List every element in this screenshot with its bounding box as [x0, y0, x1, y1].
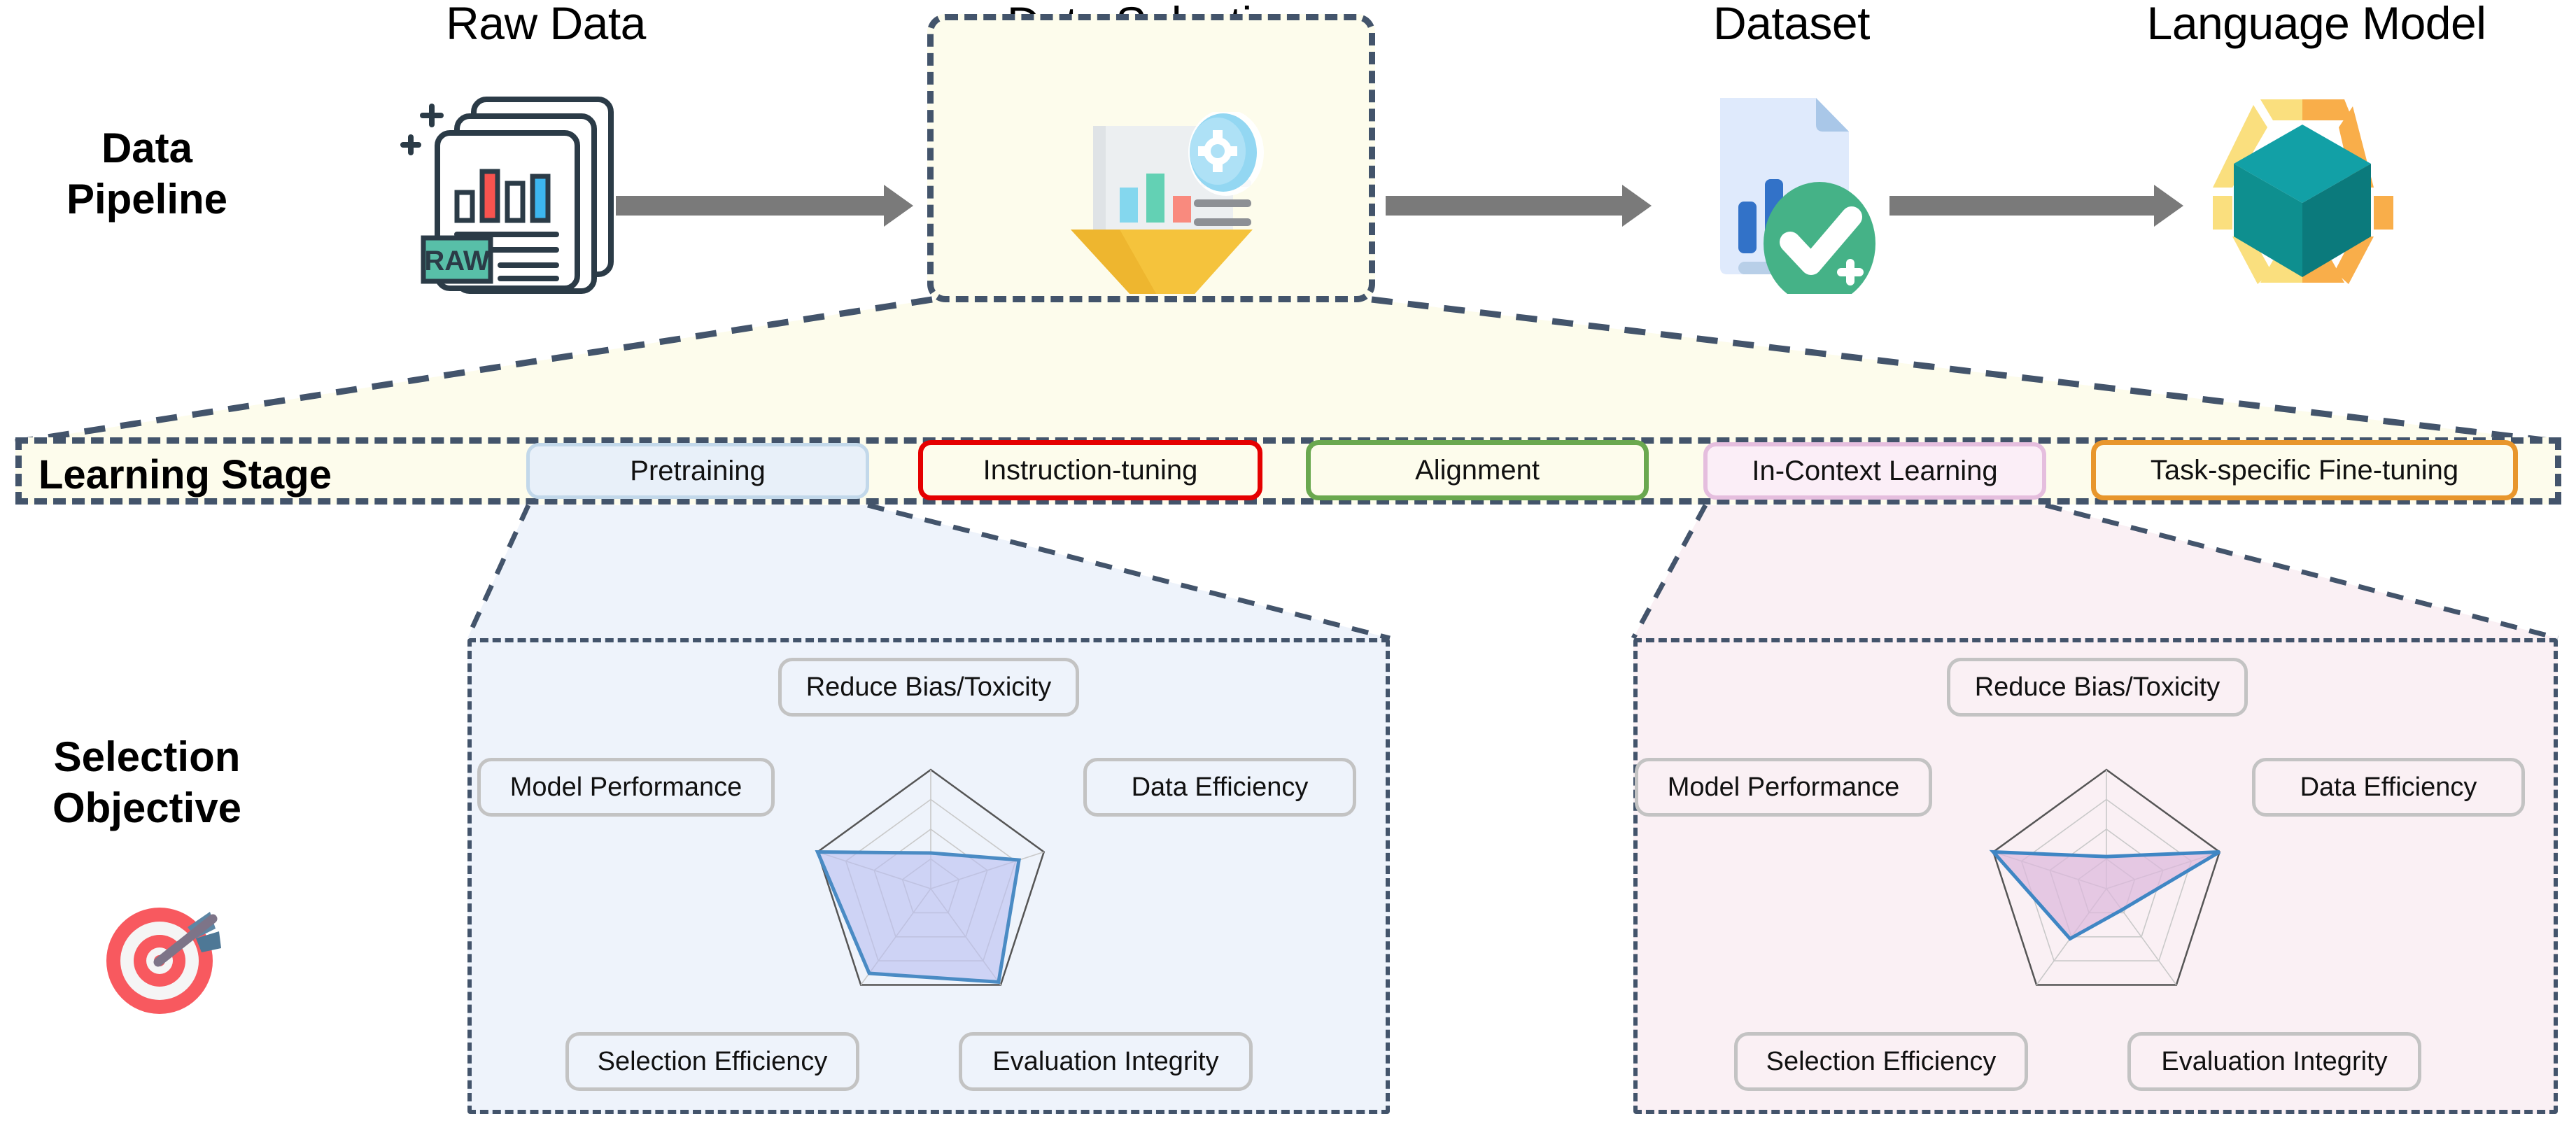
right-arrow-icon-3 [1889, 196, 2155, 216]
document-checkmark-icon [1720, 98, 1875, 294]
stage-chip-label: In-Context Learning [1752, 455, 1998, 486]
stage-chip-label: Alignment [1415, 454, 1540, 486]
objective-label-model-performance-right: Model Performance [1635, 758, 1932, 817]
right-arrow-icon-2 [1386, 196, 1624, 216]
objective-label-text: Selection Efficiency [1766, 1046, 1997, 1076]
pipeline-title-raw-data: Raw Data [446, 0, 646, 49]
objective-label-model-performance-left: Model Performance [477, 758, 775, 817]
stage-chip-label: Task-specific Fine-tuning [2150, 454, 2459, 486]
pipeline-title-dataset: Dataset [1713, 0, 1870, 49]
objective-label-text: Evaluation Integrity [2161, 1046, 2388, 1076]
raw-documents-icon: RAW [400, 97, 614, 294]
stage-chip-label: Pretraining [630, 455, 766, 486]
radar-chart-pretraining [815, 768, 1046, 986]
raw-badge-text: RAW [424, 246, 490, 276]
target-dart-icon [106, 908, 221, 1014]
objective-label-text: Reduce Bias/Toxicity [1974, 672, 2220, 702]
diagram-root: Data Pipeline Raw Data Data Selection Da… [0, 0, 2576, 1128]
objective-label-text: Data Efficiency [1131, 772, 1309, 802]
objective-label-text: Model Performance [509, 772, 742, 802]
stage-chip-label: Instruction-tuning [983, 454, 1198, 486]
radar-series-pretraining [815, 849, 1022, 985]
objective-label-text: Reduce Bias/Toxicity [805, 672, 1052, 702]
row-label-selection-objective: Selection Objective [52, 733, 242, 832]
objective-label-reduce-bias-toxicity-right: Reduce Bias/Toxicity [1947, 658, 2248, 717]
objective-label-text: Data Efficiency [2300, 772, 2477, 802]
stage-chip-in-context-learning[interactable]: In-Context Learning [1703, 442, 2046, 500]
pipeline-title-language-model: Language Model [2146, 0, 2486, 49]
stage-chip-instruction-tuning[interactable]: Instruction-tuning [918, 440, 1262, 500]
objective-label-text: Selection Efficiency [597, 1046, 828, 1076]
objective-label-data-efficiency-left: Data Efficiency [1083, 758, 1356, 817]
funnel-filter-icon [1071, 112, 1264, 294]
radar-series-in-context-learning [1989, 849, 2220, 941]
stage-chip-alignment[interactable]: Alignment [1306, 440, 1649, 500]
stage-chip-task-specific-fine-tuning[interactable]: Task-specific Fine-tuning [2091, 440, 2518, 500]
learning-stage-label: Learning Stage [38, 452, 332, 498]
stage-chip-pretraining[interactable]: Pretraining [526, 443, 869, 499]
row-label-data-pipeline: Data Pipeline [66, 125, 228, 223]
objective-label-data-efficiency-right: Data Efficiency [2252, 758, 2525, 817]
right-arrow-icon-1 [616, 196, 885, 216]
radar-chart-in-context-learning [1989, 768, 2221, 986]
objective-label-text: Evaluation Integrity [992, 1046, 1219, 1076]
objective-label-text: Model Performance [1667, 772, 1900, 802]
teal-cube-hexagon-icon [2213, 99, 2393, 284]
objective-label-reduce-bias-toxicity-left: Reduce Bias/Toxicity [778, 658, 1079, 717]
